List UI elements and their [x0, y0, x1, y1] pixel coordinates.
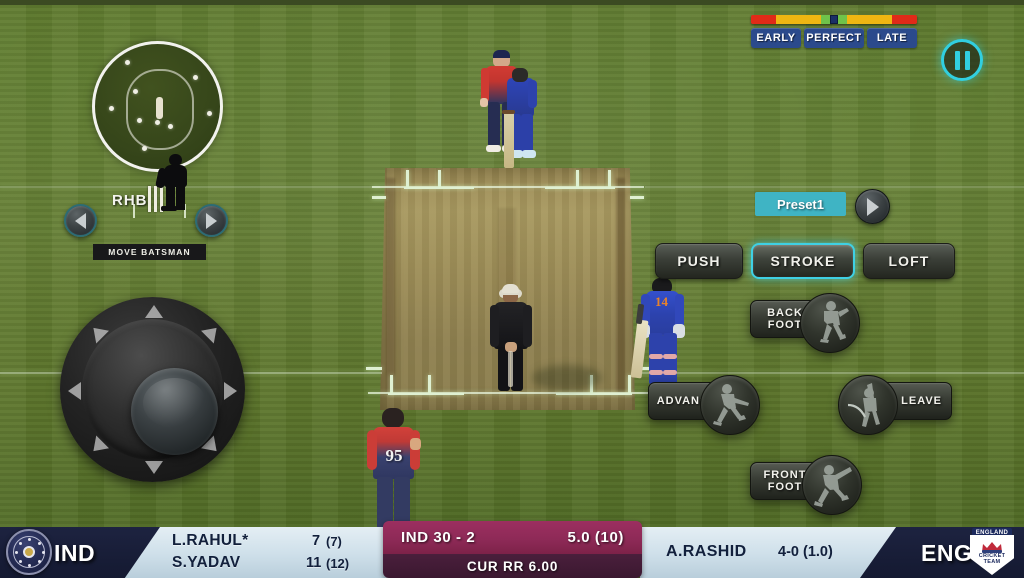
bowler-jersey-number: 95 [385, 446, 403, 465]
joystick-arrow-up-right [201, 321, 223, 344]
batsman-silhouette-icon [155, 152, 201, 212]
joystick-ring [82, 319, 223, 460]
striker-batsman: 14 [630, 278, 690, 390]
crown-icon [981, 540, 1003, 553]
team-score: IND 30 - 2 [401, 529, 476, 546]
batsman-stance-label: RHB [112, 192, 148, 209]
field-marking-line-right [640, 372, 1024, 374]
batting-team-code: IND [54, 540, 96, 566]
preset-next-button[interactable] [855, 189, 890, 224]
screen-top-edge [0, 0, 1024, 5]
umpire-shadow [532, 365, 602, 391]
pause-button[interactable] [941, 39, 983, 81]
pause-icon-bar-right [964, 50, 970, 70]
leave-label: LEAVE [901, 395, 942, 407]
back-foot-batsman-icon [800, 293, 860, 353]
joystick-knob[interactable] [131, 368, 218, 455]
preset-control: Preset1 [755, 189, 890, 225]
bowling-team-code: ENG [921, 540, 973, 566]
shot-type-push-button[interactable]: PUSH [655, 243, 743, 279]
overs: 5.0 (10) [567, 529, 624, 546]
bowler-figures: 4-0 (1.0) [778, 544, 833, 560]
move-batsman-caption: MOVE BATSMAN [93, 244, 206, 260]
bowler-name: A.RASHID [666, 543, 747, 560]
field-marking-line-far-right [645, 186, 1024, 188]
front-foot-batsman-icon [802, 455, 862, 515]
shot-type-loft-button[interactable]: LOFT [863, 243, 955, 279]
batsman-1-balls: (7) [326, 534, 342, 549]
footwork-back-foot-button[interactable]: BACK FOOT [750, 293, 860, 353]
joystick-arrow-right [224, 382, 237, 400]
leave-ball-batsman-icon [838, 375, 898, 435]
chevron-right-icon [866, 197, 879, 216]
move-batsman-left-button[interactable] [64, 204, 97, 237]
current-run-rate: CUR RR 6.00 [466, 558, 559, 574]
bcci-emblem [6, 529, 52, 575]
striker-jersey-number: 14 [655, 294, 668, 309]
bowler: 95 [365, 408, 427, 530]
movement-joystick[interactable] [60, 297, 245, 482]
center-score-panel: IND 30 - 2 5.0 (10) CUR RR 6.00 [383, 521, 642, 578]
joystick-arrow-up [145, 305, 163, 318]
footwork-front-foot-button[interactable]: FRONT FOOT [750, 455, 862, 515]
advance-batsman-icon [700, 375, 760, 435]
joystick-arrow-left [68, 382, 81, 400]
radar-batsman-marker [156, 97, 163, 119]
batsman-2-balls: (12) [326, 556, 350, 571]
move-batsman-control: RHB MOVE BATSMAN [60, 154, 236, 264]
pause-icon-bar-left [954, 50, 960, 70]
umpire [490, 284, 532, 393]
timing-label-early: EARLY [751, 28, 801, 48]
england-badge-text: CRICKET TEAM [978, 553, 1006, 565]
timing-marker [830, 15, 838, 24]
right-arrow-icon [206, 212, 217, 229]
shot-type-stroke-button[interactable]: STROKE [751, 243, 855, 279]
batsman-2-name: S.YADAV [172, 554, 241, 571]
footwork-advance-button[interactable]: ADVANCE [648, 375, 760, 435]
england-cricket-badge: ENGLAND CRICKET TEAM [968, 527, 1016, 577]
preset-name-label[interactable]: Preset1 [755, 192, 846, 216]
timing-label-perfect: PERFECT [804, 28, 864, 48]
batsman-1-runs: 7 [312, 533, 321, 549]
left-arrow-icon [75, 212, 86, 229]
timing-label-late: LATE [867, 28, 917, 48]
game-screen: 14 95 RHB MOVE BATSMAN EARLY PERFECT LAT… [0, 0, 1024, 578]
non-striker-batsman [480, 50, 542, 175]
shot-timing-meter: EARLY PERFECT LATE [751, 15, 917, 48]
batsman-1-name: L.RAHUL* [172, 532, 249, 549]
batsman-2-runs: 11 [306, 555, 322, 571]
joystick-arrow-down [145, 461, 163, 474]
footwork-leave-button[interactable]: LEAVE [838, 375, 952, 435]
shot-type-button-row: PUSH STROKE LOFT [655, 243, 955, 279]
